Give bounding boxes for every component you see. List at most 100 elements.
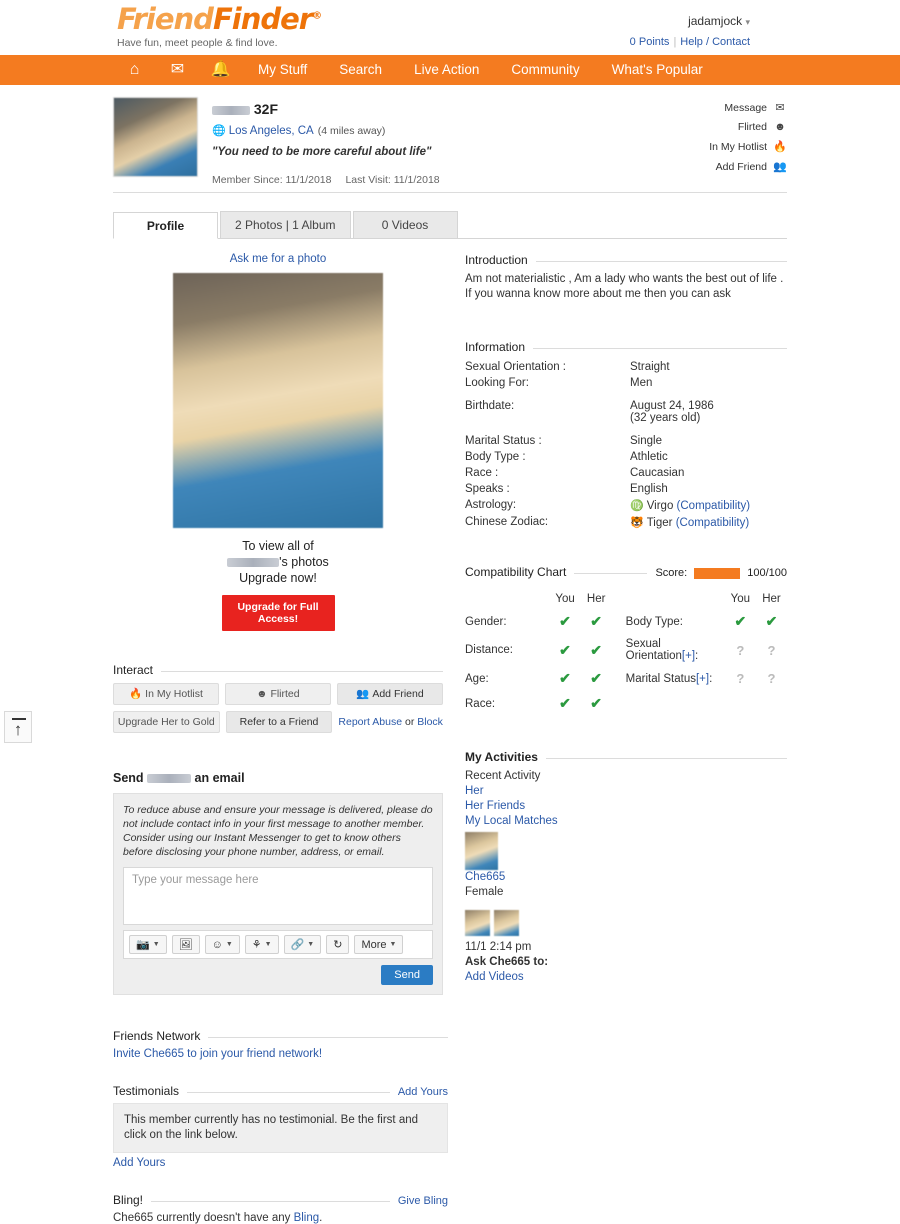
send-email-title-suffix: an email <box>191 771 245 785</box>
camera-icon[interactable]: 📷 ▼ <box>129 935 167 954</box>
activities-heading: My Activities <box>465 750 538 764</box>
expand-sexual-orientation-link[interactable]: [+] <box>682 650 695 662</box>
points-link[interactable]: 0 Points <box>630 36 670 48</box>
main-navigation: ⌂ ✉ 🔔 My Stuff Search Live Action Commun… <box>0 55 900 85</box>
friends-network-section: Friends Network Invite Che665 to join yo… <box>113 1029 448 1060</box>
site-logo[interactable]: FriendFinder® Have fun, meet people & fi… <box>117 5 322 50</box>
message-textarea[interactable]: Type your message here <box>123 867 433 925</box>
testimonials-empty-message: This member currently has no testimonial… <box>113 1103 448 1153</box>
block-link[interactable]: Block <box>417 716 443 728</box>
envelope-icon[interactable]: ✉ <box>156 62 199 78</box>
compat-age-you: ✔ <box>549 666 580 691</box>
recent-activity-label: Recent Activity <box>465 770 541 782</box>
action-add-friend[interactable]: Add Friend 👥 <box>707 160 787 174</box>
bell-icon[interactable]: 🔔 <box>199 62 242 78</box>
activity-thumbnail[interactable] <box>494 910 519 936</box>
flirt-face-icon: ☻ <box>256 688 268 700</box>
email-abuse-note: To reduce abuse and ensure your message … <box>123 804 433 858</box>
activity-link-her-friends[interactable]: Her Friends <box>465 800 525 812</box>
button-upgrade-her-to-gold[interactable]: Upgrade Her to Gold <box>113 711 220 733</box>
info-key: Looking For: <box>465 377 529 389</box>
upgrade-line-2-suffix: 's photos <box>279 555 329 569</box>
upgrade-line-1: To view all of <box>242 539 314 553</box>
action-message-label: Message <box>724 101 767 114</box>
action-flirted[interactable]: Flirted ☻ <box>707 121 787 133</box>
button-refer-to-a-friend[interactable]: Refer to a Friend <box>225 711 333 733</box>
testimonials-add-yours-link-bottom[interactable]: Add Yours <box>113 1157 165 1169</box>
tab-photos[interactable]: 2 Photos | 1 Album <box>220 211 351 238</box>
testimonials-add-yours-link[interactable]: Add Yours <box>398 1086 448 1098</box>
button-flirted[interactable]: ☻ Flirted <box>225 683 331 705</box>
info-value: Men <box>630 377 653 389</box>
invite-to-friend-network-link[interactable]: Invite Che665 to join your friend networ… <box>113 1048 322 1060</box>
info-value: 🐯 Tiger (Compatibility) <box>630 514 787 531</box>
profile-thumbnail[interactable] <box>113 97 198 177</box>
activity-add-videos-link[interactable]: Add Videos <box>465 971 524 983</box>
home-icon[interactable]: ⌂ <box>113 62 156 78</box>
main-profile-photo[interactable] <box>173 273 383 528</box>
nav-link-community[interactable]: Community <box>495 55 595 85</box>
interact-buttons-row-1: 🔥 In My Hotlist ☻ Flirted 👥 Add Friend <box>113 683 443 705</box>
information-table: Sexual Orientation : Straight Looking For… <box>465 359 787 531</box>
divider <box>533 348 787 349</box>
emoji-icon[interactable]: ☺ ▼ <box>204 935 240 954</box>
help-contact-link[interactable]: Help / Contact <box>680 36 750 48</box>
account-menu[interactable]: jadamjock ▾ <box>630 14 750 28</box>
report-abuse-row: Report Abuse or Block <box>338 711 443 733</box>
question-icon: ? <box>736 671 745 686</box>
button-in-my-hotlist[interactable]: 🔥 In My Hotlist <box>113 683 219 705</box>
table-row: Chinese Zodiac: 🐯 Tiger (Compatibility) <box>465 514 787 531</box>
nav-link-live-action[interactable]: Live Action <box>398 55 495 85</box>
activity-thumbnail[interactable] <box>465 910 490 936</box>
send-button[interactable]: Send <box>381 965 433 985</box>
activity-member-link[interactable]: Che665 <box>465 871 505 883</box>
action-in-my-hotlist[interactable]: In My Hotlist 🔥 <box>707 140 787 154</box>
activity-thumbnail[interactable] <box>465 832 498 870</box>
button-add-friend[interactable]: 👥 Add Friend <box>337 683 443 705</box>
give-bling-link[interactable]: Give Bling <box>398 1195 448 1207</box>
nav-link-my-stuff[interactable]: My Stuff <box>242 55 323 85</box>
gift-icon[interactable]: ⚘ ▼ <box>244 935 279 954</box>
compat-label-distance: Distance: <box>465 644 513 656</box>
activity-ask-label: Ask Che665 to: <box>465 956 549 968</box>
divider: | <box>673 36 677 48</box>
scroll-to-top-button[interactable]: ↑ <box>4 711 32 743</box>
interact-heading: Interact <box>113 663 154 677</box>
expand-marital-status-link[interactable]: [+] <box>696 673 709 685</box>
refresh-icon[interactable]: ↻ <box>326 935 350 954</box>
action-message[interactable]: Message ✉ <box>707 101 787 115</box>
profile-tabs: Profile 2 Photos | 1 Album 0 Videos <box>0 211 900 239</box>
last-visit: Last Visit: 11/1/2018 <box>345 174 440 186</box>
tab-profile[interactable]: Profile <box>113 212 218 239</box>
compat-label-marital-status-text: Marital Status <box>625 672 696 685</box>
points-count: 0 <box>629 36 636 48</box>
upgrade-full-access-button[interactable]: Upgrade for Full Access! <box>221 595 335 631</box>
nav-link-whats-popular[interactable]: What's Popular <box>596 55 719 85</box>
bling-text-prefix: Che665 currently doesn't have any <box>113 1212 294 1224</box>
action-add-friend-label: Add Friend <box>715 160 767 173</box>
astrology-compatibility-link[interactable]: (Compatibility) <box>677 500 751 512</box>
profile-location-link[interactable]: Los Angeles, CA <box>229 125 314 137</box>
divider <box>151 1201 390 1202</box>
interact-section: Interact 🔥 In My Hotlist ☻ Flirted 👥 Add Fr… <box>113 663 443 733</box>
activity-link-her[interactable]: Her <box>465 785 484 797</box>
information-heading: Information <box>465 340 526 354</box>
tab-videos[interactable]: 0 Videos <box>352 211 458 238</box>
ask-me-for-a-photo-link[interactable]: Ask me for a photo <box>230 253 327 265</box>
more-menu-button[interactable]: More ▼ <box>354 935 404 954</box>
compat-label-age: Age: <box>465 672 489 685</box>
redacted-username <box>227 558 280 568</box>
report-abuse-link[interactable]: Report Abuse <box>338 716 402 728</box>
chinese-zodiac-compatibility-link[interactable]: (Compatibility) <box>676 517 750 529</box>
compat-label-gender: Gender: <box>465 615 507 628</box>
check-icon: ✔ <box>559 641 571 658</box>
interact-heading-row: Interact <box>113 663 443 677</box>
send-card-icon[interactable]: 🖼 <box>171 935 200 954</box>
link-icon[interactable]: 🔗 ▼ <box>283 935 322 954</box>
bling-link[interactable]: Bling <box>294 1212 320 1224</box>
nav-link-search[interactable]: Search <box>323 55 398 85</box>
compat-race-you: ✔ <box>549 691 580 716</box>
testimonials-heading-row: Testimonials Add Yours <box>113 1084 448 1098</box>
chevron-down-icon: ▼ <box>307 941 315 948</box>
activity-link-my-local-matches[interactable]: My Local Matches <box>465 815 558 827</box>
